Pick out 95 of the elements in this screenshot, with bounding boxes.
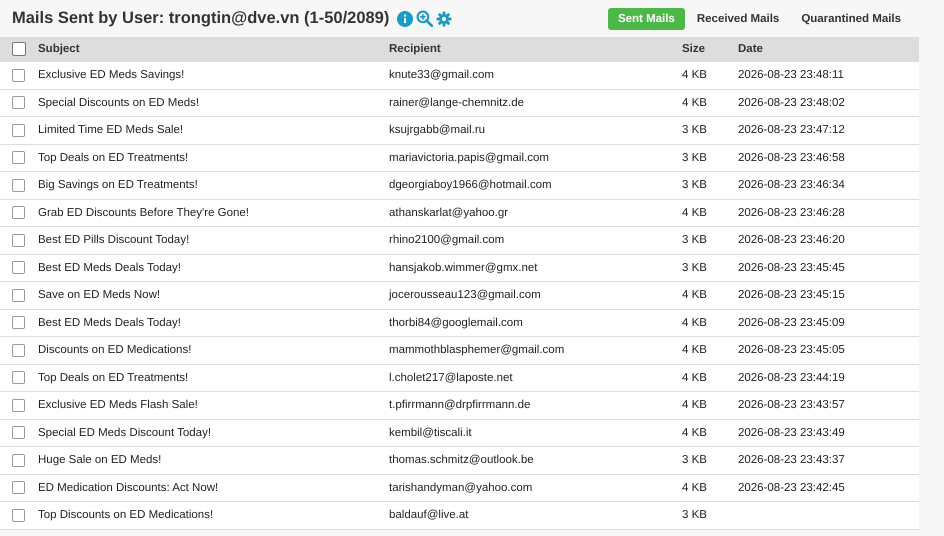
size-cell-text: 3 KB xyxy=(682,179,708,192)
info-icon[interactable] xyxy=(397,10,414,26)
size-cell-text: 4 KB xyxy=(682,289,708,302)
recipient-cell-text: athanskarlat@yahoo.gr xyxy=(389,206,510,219)
row-checkbox[interactable] xyxy=(12,124,25,137)
date-cell: 2026-08-23 23:46:58 xyxy=(738,152,845,164)
date-cell: 2026-08-23 23:45:05 xyxy=(738,344,845,356)
recipient-cell-text: l.cholet217@laposte.net xyxy=(389,372,514,384)
recipient-cell-text: thomas.schmitz@outlook.be xyxy=(389,454,535,466)
date-cell: 2026-08-23 23:43:57 xyxy=(738,399,845,412)
date-cell: 2026-08-23 23:43:49 xyxy=(738,426,845,439)
row-checkbox[interactable] xyxy=(12,481,25,494)
row-checkbox[interactable] xyxy=(12,234,25,247)
recipient-cell-text: rhino2100@gmail.com xyxy=(389,234,506,246)
subject-cell-text: Best ED Pills Discount Today! xyxy=(38,234,190,246)
column-header[interactable]: Subject xyxy=(38,43,389,55)
recipient-cell-text: hansjakob.wimmer@gmx.net xyxy=(389,262,538,274)
row-checkbox[interactable] xyxy=(12,426,25,440)
date-cell: 2026-08-23 23:45:45 xyxy=(738,262,845,274)
recipient-cell-text: jocerousseau123@gmail.com xyxy=(389,289,542,302)
size-cell-text: 3 KB xyxy=(682,124,708,136)
date-cell: 2026-08-23 23:46:20 xyxy=(738,234,845,246)
date-cell: 2026-08-23 23:45:15 xyxy=(738,289,845,302)
date-cell: 2026-08-23 23:48:11 xyxy=(738,69,844,82)
recipient-cell-text: ksujrgabb@mail.ru xyxy=(389,124,486,136)
subject-cell-text: Special Discounts on ED Meds! xyxy=(38,96,200,109)
tab[interactable]: Quarantined Mails xyxy=(791,8,911,30)
recipient-cell-text: t.pfirrmann@drpfirrmann.de xyxy=(389,399,532,412)
date-cell: 2026-08-23 23:46:28 xyxy=(738,206,845,219)
recipient-cell-text: baldauf@live.at xyxy=(389,509,470,522)
subject-cell-text: Best ED Meds Deals Today! xyxy=(38,262,182,274)
subject-cell-text: Top Deals on ED Treatments! xyxy=(38,372,190,384)
row-checkbox[interactable] xyxy=(12,371,25,384)
recipient-cell-text: tarishandyman@yahoo.com xyxy=(389,482,534,494)
settings-icon[interactable] xyxy=(436,10,452,26)
subject-cell-text: ED Medication Discounts: Act Now! xyxy=(38,482,220,494)
row-checkbox[interactable] xyxy=(12,151,25,164)
date-cell: 2026-08-23 23:44:19 xyxy=(738,372,845,384)
subject-cell-text: Grab ED Discounts Before They're Gone! xyxy=(38,206,250,219)
size-cell-text: 4 KB xyxy=(682,426,708,439)
row-checkbox[interactable] xyxy=(12,344,25,357)
subject-cell-text: Best ED Meds Deals Today! xyxy=(38,316,182,329)
row-checkbox[interactable] xyxy=(12,508,25,522)
subject-cell-text: Big Savings on ED Treatments! xyxy=(38,179,199,192)
row-checkbox[interactable] xyxy=(12,288,25,302)
column-header[interactable]: Date xyxy=(738,43,763,55)
subject-cell-text: Exclusive ED Meds Flash Sale! xyxy=(38,399,199,412)
row-checkbox[interactable] xyxy=(12,96,25,110)
column-header[interactable]: Recipient xyxy=(389,43,682,55)
size-cell-text: 3 KB xyxy=(682,262,708,274)
size-cell-text: 3 KB xyxy=(682,454,708,466)
select-all-checkbox[interactable] xyxy=(12,42,26,56)
column-header[interactable]: Size xyxy=(682,43,738,55)
recipient-cell-text: thorbi84@googlemail.com xyxy=(389,316,524,329)
row-checkbox[interactable] xyxy=(12,316,25,330)
size-cell-text: 4 KB xyxy=(682,316,708,329)
subject-cell-text: Limited Time ED Meds Sale! xyxy=(38,124,184,136)
size-cell-text: 3 KB xyxy=(682,152,708,164)
size-cell-text: 3 KB xyxy=(682,509,708,522)
page-title: Mails Sent by User: trongtin@dve.vn (1-50/2089) xyxy=(12,9,390,28)
date-cell: 2026-08-23 23:48:02 xyxy=(738,96,845,109)
zoom-in-icon[interactable] xyxy=(416,10,434,27)
row-checkbox[interactable] xyxy=(12,206,25,220)
subject-cell-text: Save on ED Meds Now! xyxy=(38,289,162,302)
tab[interactable]: Received Mails xyxy=(686,8,790,30)
date-cell: 2026-08-23 23:46:34 xyxy=(738,179,845,192)
row-checkbox[interactable] xyxy=(12,454,25,467)
date-cell: 2026-08-23 23:47:12 xyxy=(738,124,845,136)
size-cell-text: 4 KB xyxy=(682,69,708,82)
subject-cell-text: Top Discounts on ED Medications! xyxy=(38,509,214,522)
row-checkbox[interactable] xyxy=(12,261,25,274)
row-checkbox[interactable] xyxy=(12,68,25,82)
size-cell-text: 4 KB xyxy=(682,206,708,219)
recipient-cell-text: mammothblasphemer@gmail.com xyxy=(389,344,566,356)
size-cell-text: 4 KB xyxy=(682,372,708,384)
recipient-cell-text: kembil@tiscali.it xyxy=(389,426,473,439)
size-cell-text: 4 KB xyxy=(682,344,708,356)
date-cell: 2026-08-23 23:43:37 xyxy=(738,454,845,466)
subject-cell-text: Top Deals on ED Treatments! xyxy=(38,152,190,164)
size-cell-text: 4 KB xyxy=(682,399,708,412)
size-cell-text: 4 KB xyxy=(682,96,708,109)
recipient-cell-text: dgeorgiaboy1966@hotmail.com xyxy=(389,179,553,192)
row-checkbox[interactable] xyxy=(12,178,25,192)
recipient-cell-text: rainer@lange-chemnitz.de xyxy=(389,96,526,109)
date-cell: 2026-08-23 23:42:45 xyxy=(738,482,845,494)
subject-cell-text: Discounts on ED Medications! xyxy=(38,344,192,356)
size-cell-text: 4 KB xyxy=(682,482,708,494)
recipient-cell-text: mariavictoria.papis@gmail.com xyxy=(389,152,550,164)
date-cell: 2026-08-23 23:45:09 xyxy=(738,316,845,329)
subject-cell-text: Huge Sale on ED Meds! xyxy=(38,454,162,466)
subject-cell-text: Exclusive ED Meds Savings! xyxy=(38,69,186,82)
size-cell-text: 3 KB xyxy=(682,234,708,246)
recipient-cell-text: knute33@gmail.com xyxy=(389,69,495,82)
row-checkbox[interactable] xyxy=(12,398,25,412)
subject-cell-text: Special ED Meds Discount Today! xyxy=(38,426,212,439)
